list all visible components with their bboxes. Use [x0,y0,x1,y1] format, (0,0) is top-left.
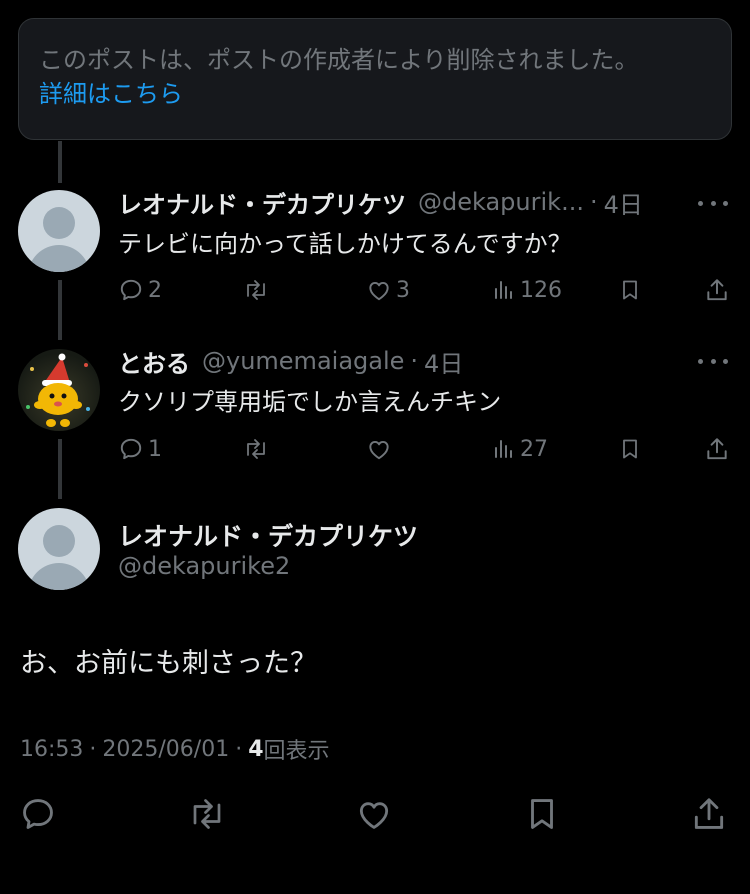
view-count: 126 [520,277,562,303]
bookmark-icon [623,439,637,459]
bookmark-button[interactable] [618,273,642,307]
user-handle[interactable]: @yumemaiagale [202,347,404,375]
share-icon [707,279,727,301]
post-text: お、お前にも刺さった？ [20,648,317,679]
views-icon [495,281,512,299]
views-count: 4 [248,736,264,762]
views-icon [495,440,512,458]
repost-button[interactable] [242,432,270,466]
reply-button[interactable]: 1 [118,432,162,466]
reply-count: 2 [148,277,162,303]
post-date[interactable]: 2025/06/01 [102,737,229,762]
user-handle[interactable]: @dekapurik... [418,188,584,216]
share-button[interactable] [704,273,730,307]
like-icon [369,440,389,460]
views-button[interactable]: 126 [492,273,562,307]
thread-line [58,280,62,340]
deleted-post-text: このポストは、ポストの作成者により削除されました。 [39,46,639,74]
post-text: クソリプ専用垢でしか言えんチキン [118,388,502,416]
action-bar [0,790,750,838]
reply-icon [120,279,142,301]
more-icon[interactable] [698,356,728,366]
post-metadata: 16:53 · 2025/06/01 · 4 回表示 [20,733,330,765]
reply-icon [120,438,142,460]
separator: · [89,736,97,762]
action-bar: 1 27 [118,432,730,466]
like-button[interactable] [355,790,393,838]
separator: · [589,188,598,216]
post-time[interactable]: 4日 [424,344,463,379]
avatar[interactable] [18,508,100,590]
views-label: 回表示 [263,739,330,764]
separator: · [235,736,243,762]
views-button[interactable]: 27 [492,432,548,466]
repost-icon [247,280,265,300]
display-name[interactable]: とおる [118,344,190,379]
repost-icon [247,439,265,459]
thread-line [58,141,62,183]
like-button[interactable] [366,432,392,466]
avatar[interactable] [18,190,100,272]
action-bar: 2 3 126 [118,273,730,307]
avatar[interactable] [18,349,100,431]
bookmark-icon [623,280,637,300]
view-count: 27 [520,436,548,462]
like-icon [369,281,389,301]
repost-button[interactable] [242,273,270,307]
separator: · [410,347,419,375]
bookmark-icon [531,799,553,829]
bookmark-button[interactable] [523,790,561,838]
deleted-post-notice: このポストは、ポストの作成者により削除されました。 詳細はこちら [18,18,732,140]
display-name[interactable]: レオナルド・デカプリケツ [118,185,406,220]
share-button[interactable] [704,432,730,466]
user-handle[interactable]: @dekapurike2 [118,552,290,580]
repost-icon [193,799,221,829]
share-icon [707,438,727,460]
like-count: 3 [396,277,410,303]
post-time[interactable]: 16:53 [20,737,83,762]
display-name[interactable]: レオナルド・デカプリケツ [118,517,418,553]
reply-button[interactable] [19,790,57,838]
like-button[interactable]: 3 [366,273,410,307]
like-icon [359,802,389,829]
share-icon [694,798,724,829]
share-button[interactable] [690,790,728,838]
more-icon[interactable] [698,198,728,208]
reply-count: 1 [148,436,162,462]
repost-button[interactable] [186,790,228,838]
post-text: テレビに向かって話しかけてるんですか？ [118,230,572,258]
learn-more-link[interactable]: 詳細はこちら [39,77,183,111]
thread-line [58,439,62,499]
avatar-photo-image [26,353,90,427]
reply-icon [23,799,53,829]
bookmark-button[interactable] [618,432,642,466]
reply-button[interactable]: 2 [118,273,162,307]
post-time[interactable]: 4日 [604,185,643,220]
